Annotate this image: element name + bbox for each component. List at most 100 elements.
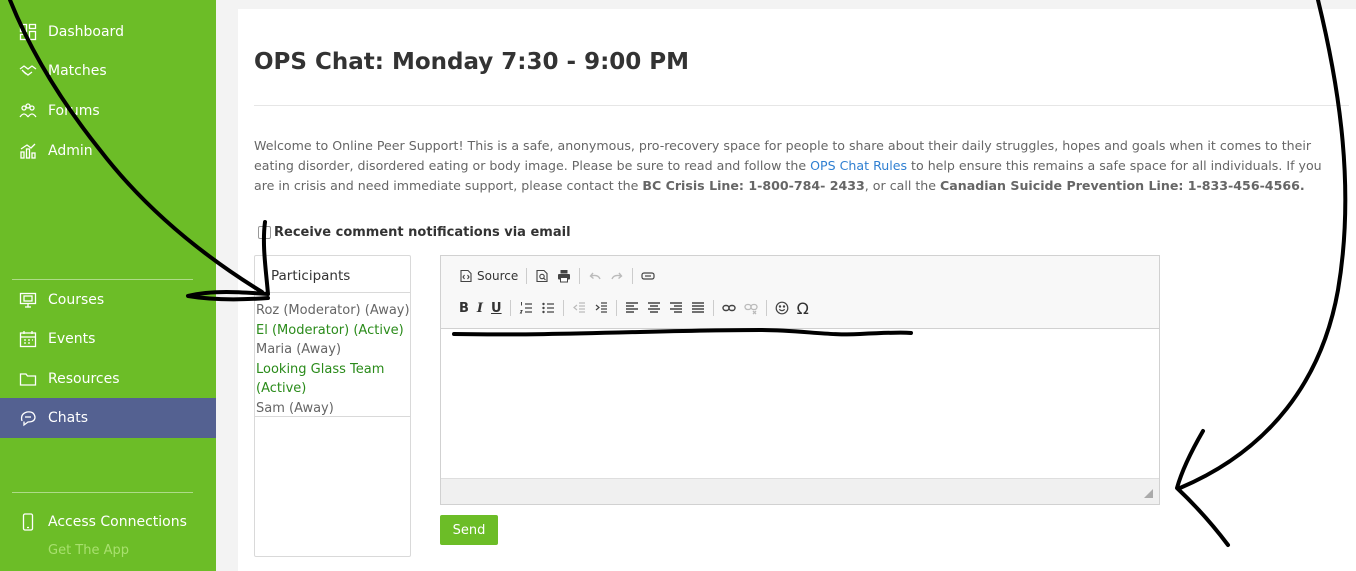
bold-button[interactable]: B — [455, 297, 473, 319]
emoji-button[interactable] — [771, 297, 793, 319]
toolbar-separator — [632, 268, 634, 284]
placeholder-icon — [641, 272, 655, 280]
underline-button[interactable]: U — [487, 297, 506, 319]
title-divider — [254, 105, 1349, 106]
sidebar-item-label: Events — [48, 331, 96, 347]
send-button[interactable]: Send — [440, 515, 498, 545]
sidebar-item-label: Matches — [48, 63, 107, 79]
sidebar-item-label: Admin — [48, 143, 93, 159]
get-the-app-link[interactable]: Get The App — [48, 543, 129, 558]
sidebar-item-label: Chats — [48, 410, 89, 426]
undo-button[interactable] — [584, 265, 606, 287]
people-icon — [18, 101, 38, 121]
sidebar-item-resources[interactable]: Resources — [0, 359, 216, 399]
toolbar-separator — [509, 300, 511, 316]
sidebar-item-chats[interactable]: Chats — [0, 398, 216, 438]
print-button[interactable] — [553, 265, 575, 287]
sidebar-item-label: Forums — [48, 103, 100, 119]
justify-button[interactable] — [687, 297, 709, 319]
unlink-button[interactable] — [740, 297, 762, 319]
sidebar-item-courses[interactable]: Courses — [0, 280, 216, 320]
toolbar-separator — [615, 300, 617, 316]
redo-icon — [611, 272, 623, 280]
bulleted-list-icon — [541, 302, 554, 314]
sidebar-item-events[interactable]: Events — [0, 319, 216, 359]
notifications-checkbox[interactable] — [258, 226, 271, 239]
preview-button[interactable] — [531, 265, 553, 287]
align-right-button[interactable] — [665, 297, 687, 319]
sidebar-item-dashboard[interactable]: Dashboard — [0, 12, 216, 52]
smiley-icon — [775, 301, 788, 315]
italic-button[interactable]: I — [473, 297, 487, 319]
align-center-icon — [647, 302, 660, 313]
sidebar-item-access-connections[interactable]: Access Connections — [0, 502, 216, 542]
sidebar-item-label: Courses — [48, 292, 105, 308]
toolbar-separator — [712, 300, 714, 316]
undo-icon — [589, 272, 601, 280]
toolbar-row-2: B I U Ω — [455, 297, 813, 319]
sidebar-item-admin[interactable]: Admin — [0, 131, 216, 171]
notifications-option[interactable]: Receive comment notifications via email — [258, 225, 571, 240]
sidebar-item-matches[interactable]: Matches — [0, 51, 216, 91]
toolbar-separator — [765, 300, 767, 316]
print-icon — [558, 270, 571, 283]
phone-icon — [18, 512, 38, 532]
editor-footer — [441, 478, 1159, 504]
placeholder-button[interactable] — [637, 265, 659, 287]
sidebar: Dashboard Matches Forums Admin Courses E… — [0, 0, 216, 571]
notifications-label: Receive comment notifications via email — [274, 225, 571, 240]
message-textarea[interactable] — [441, 329, 1159, 478]
resize-handle-icon[interactable] — [1144, 489, 1153, 498]
editor-toolbar: Source B I U Ω — [441, 256, 1159, 329]
source-icon — [460, 269, 472, 283]
unlink-icon — [743, 303, 758, 315]
chart-icon — [18, 141, 38, 161]
link-icon — [721, 304, 736, 312]
ops-chat-rules-link[interactable]: OPS Chat Rules — [810, 158, 907, 173]
calendar-icon — [18, 329, 38, 349]
justify-icon — [691, 302, 704, 313]
toolbar-separator — [526, 268, 528, 284]
bulleted-list-button[interactable] — [537, 297, 559, 319]
outdent-button[interactable] — [568, 297, 590, 319]
toolbar-separator — [562, 300, 564, 316]
sidebar-item-label: Dashboard — [48, 24, 124, 40]
page-title: OPS Chat: Monday 7:30 - 9:00 PM — [254, 49, 690, 75]
participant-item: Looking Glass Team (Active) — [256, 361, 385, 397]
special-character-button[interactable]: Ω — [793, 297, 813, 319]
numbered-list-button[interactable] — [515, 297, 537, 319]
toolbar-row-1: Source — [455, 265, 659, 287]
dashboard-icon — [18, 22, 38, 42]
sidebar-divider — [12, 492, 193, 493]
redo-button[interactable] — [606, 265, 628, 287]
bc-crisis-line: BC Crisis Line: 1-800-784- 2433 — [642, 178, 865, 193]
participants-list: Roz (Moderator) (Away) El (Moderator) (A… — [255, 292, 410, 417]
align-right-icon — [669, 302, 682, 313]
intro-text: Welcome to Online Peer Support! This is … — [254, 136, 1339, 196]
suicide-prevention-line: Canadian Suicide Prevention Line: 1-833-… — [940, 178, 1305, 193]
chat-icon — [18, 408, 38, 428]
numbered-list-icon — [519, 302, 532, 314]
align-left-button[interactable] — [621, 297, 643, 319]
align-center-button[interactable] — [643, 297, 665, 319]
participants-header: Participants — [271, 268, 351, 284]
intro-text-part: , or call the — [864, 178, 941, 193]
sidebar-item-forums[interactable]: Forums — [0, 91, 216, 131]
align-left-icon — [625, 302, 638, 313]
message-editor: Source B I U Ω — [440, 255, 1160, 505]
participant-item: El (Moderator) (Active) — [256, 322, 404, 338]
toolbar-separator — [579, 268, 581, 284]
indent-icon — [595, 302, 607, 313]
participant-item: Roz (Moderator) (Away) — [256, 303, 410, 318]
source-label: Source — [477, 269, 519, 283]
link-button[interactable] — [718, 297, 740, 319]
participant-item: Sam (Away) — [256, 400, 334, 416]
handshake-icon — [18, 61, 38, 81]
sidebar-item-label: Access Connections — [48, 514, 187, 530]
source-button[interactable]: Source — [455, 265, 522, 287]
folder-icon — [18, 369, 38, 389]
participants-panel: Participants Roz (Moderator) (Away) El (… — [254, 255, 411, 557]
indent-button[interactable] — [590, 297, 612, 319]
outdent-icon — [572, 302, 585, 313]
monitor-icon — [18, 290, 38, 310]
